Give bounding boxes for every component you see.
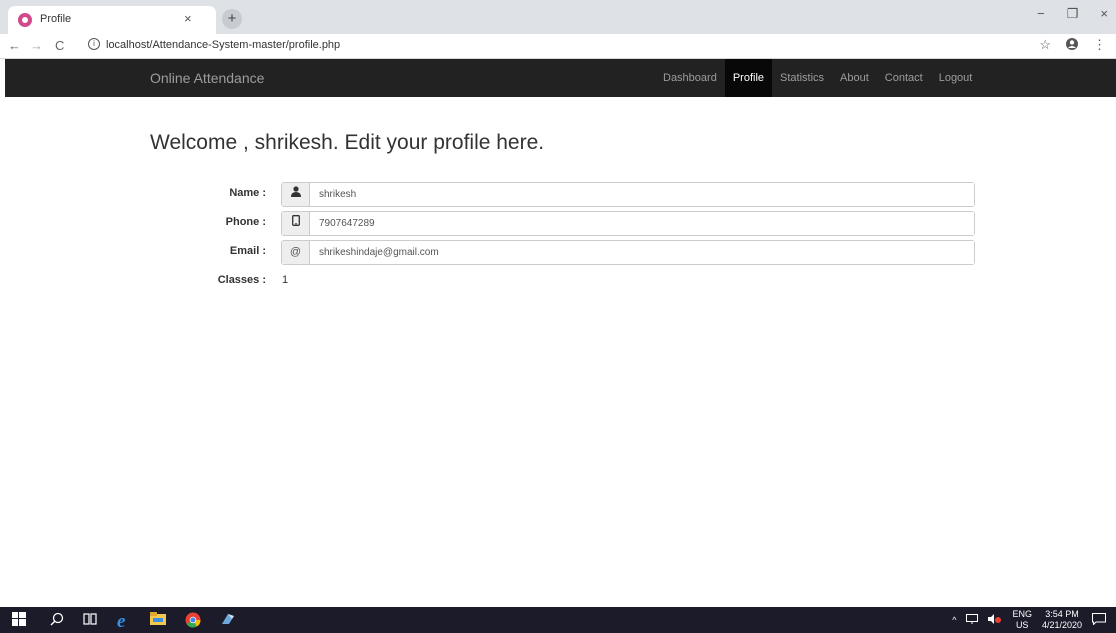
at-icon: @ [282, 241, 310, 264]
toolbar-actions: ☆ ⋮ [1039, 37, 1106, 54]
email-label: Email : [229, 245, 266, 257]
nav-link-profile[interactable]: Profile [724, 59, 773, 97]
clock-date: 4/21/2020 [1041, 620, 1082, 630]
search-icon[interactable] [50, 612, 66, 628]
info-icon[interactable]: i [88, 38, 100, 50]
language-indicator[interactable]: ENG US [1012, 609, 1032, 631]
email-field[interactable] [310, 241, 974, 264]
minimize-button[interactable]: − [1037, 6, 1045, 22]
brand-link[interactable]: Online Attendance [150, 70, 264, 86]
tab-title: Profile [40, 13, 72, 25]
region-code: US [1015, 620, 1029, 630]
phone-label: Phone : [225, 216, 266, 228]
nav-link-statistics[interactable]: Statistics [772, 59, 832, 97]
classes-label: Classes : [217, 274, 266, 286]
back-button[interactable]: ← [8, 38, 21, 53]
chrome-icon[interactable] [185, 612, 201, 628]
browser-toolbar: ← → C i localhost/Attendance-System-mast… [0, 34, 1116, 59]
tab-close-icon[interactable]: × [184, 11, 192, 27]
network-icon[interactable] [966, 614, 979, 626]
name-row: Name : [0, 182, 1116, 207]
notifications-icon[interactable] [1092, 613, 1106, 627]
svg-text:e: e [117, 612, 126, 628]
classes-value: 1 [282, 274, 289, 286]
new-tab-button[interactable]: + [222, 9, 242, 29]
edge-browser-icon[interactable]: e [116, 611, 132, 632]
phone-input-group [281, 211, 975, 236]
email-input-group: @ [281, 240, 975, 265]
browser-tab-strip: Profile × + − ❐ × [0, 0, 1116, 34]
window-controls: − ❐ × [1037, 6, 1108, 22]
system-tray: ^ ENG US 3:54 PM 4/21/2020 [952, 609, 1106, 631]
classes-row: Classes : 1 [0, 269, 1116, 294]
phone-row: Phone : [0, 211, 1116, 236]
url-text[interactable]: localhost/Attendance-System-master/profi… [106, 39, 340, 51]
task-view-icon[interactable] [83, 612, 99, 628]
windows-start-icon[interactable] [12, 612, 28, 628]
reload-button[interactable]: C [55, 38, 64, 53]
nav-link-logout[interactable]: Logout [931, 59, 981, 97]
browser-tab[interactable]: Profile × [8, 6, 216, 34]
app-pinned-icon[interactable] [220, 612, 236, 628]
favicon-icon [18, 13, 32, 27]
address-bar[interactable]: i localhost/Attendance-System-master/pro… [80, 36, 1050, 56]
forward-button[interactable]: → [30, 38, 43, 53]
show-hidden-icons-icon[interactable]: ^ [952, 615, 956, 625]
file-explorer-icon[interactable] [150, 612, 166, 628]
name-field[interactable] [310, 183, 974, 206]
profile-icon[interactable] [1065, 37, 1079, 54]
nav-link-dashboard[interactable]: Dashboard [655, 59, 725, 97]
windows-taskbar: e ^ ENG US 3:54 PM 4/21/2020 [0, 607, 1116, 633]
close-window-button[interactable]: × [1100, 6, 1108, 22]
phone-field[interactable] [310, 212, 974, 235]
language-code: ENG [1012, 609, 1032, 619]
restore-button[interactable]: ❐ [1067, 6, 1079, 22]
nav-link-about[interactable]: About [832, 59, 877, 97]
phone-icon [282, 212, 310, 235]
user-icon [282, 183, 310, 206]
bookmark-star-icon[interactable]: ☆ [1039, 37, 1051, 54]
email-row: Email : @ [0, 240, 1116, 265]
app-navbar: Online Attendance Dashboard Profile Stat… [5, 59, 1116, 97]
browser-menu-icon[interactable]: ⋮ [1093, 37, 1106, 54]
nav-links: Dashboard Profile Statistics About Conta… [655, 59, 980, 97]
clock-time: 3:54 PM [1045, 609, 1079, 619]
clock[interactable]: 3:54 PM 4/21/2020 [1042, 609, 1082, 631]
name-input-group [281, 182, 975, 207]
name-label: Name : [229, 187, 266, 199]
volume-muted-icon[interactable] [988, 614, 1002, 626]
page-title: Welcome , shrikesh. Edit your profile he… [150, 131, 545, 154]
nav-link-contact[interactable]: Contact [877, 59, 931, 97]
